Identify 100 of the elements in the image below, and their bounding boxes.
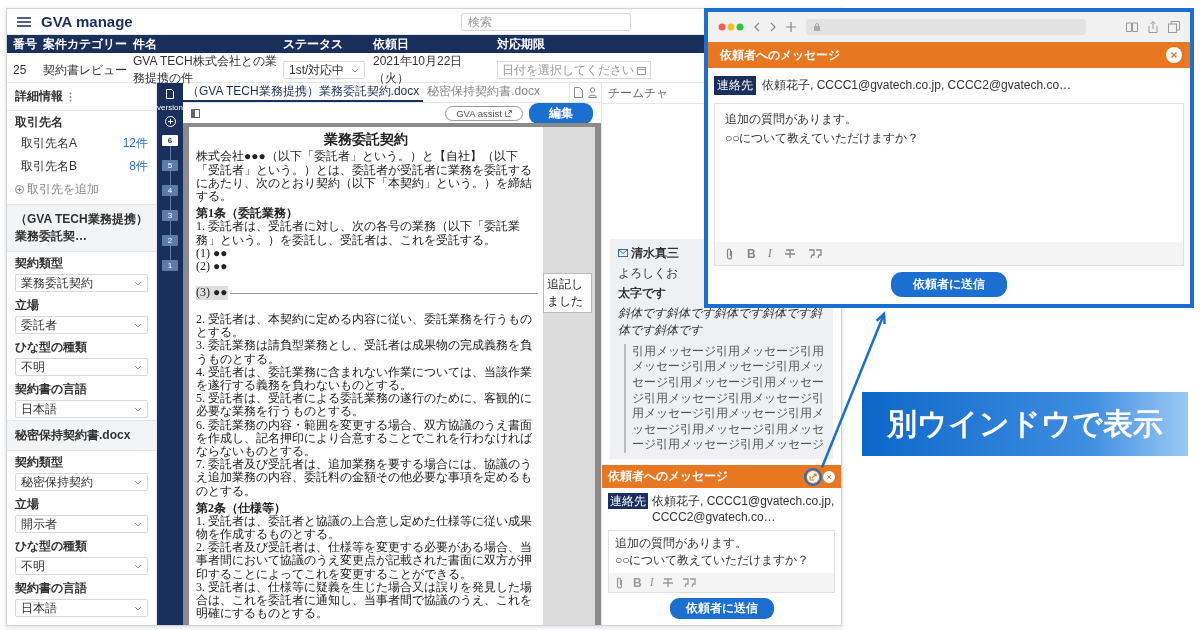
count-link[interactable]: 8件 xyxy=(129,158,148,175)
message-text: よろしくお xyxy=(618,264,679,282)
bold-button[interactable]: B xyxy=(747,246,756,261)
forward-icon[interactable] xyxy=(770,22,776,32)
document-tab[interactable]: 秘密保持契約書.docx xyxy=(423,83,544,102)
person-icon[interactable] xyxy=(588,87,597,98)
column-header: 対応期限 xyxy=(497,35,546,53)
list-item: (2) ●● xyxy=(196,259,228,274)
paperclip-icon[interactable] xyxy=(725,246,735,261)
clause-text: 1. 受託者は、委託者と協議の上合意し定めた仕様等に従い成果物を作成するものとする。 xyxy=(196,514,533,542)
recipients-text: 依頼花子, CCCC1@gvatech.co.jp, CCCC2@gvatech.co… xyxy=(652,493,835,526)
search-field[interactable]: 検索 xyxy=(461,12,631,31)
clause-text: 3. 受託者は、仕様等に疑義を生じた場合又は誤りを発見した場合は、これを委託者に通知し、当事者間で協議のうえ、これを明確にするものとする。 xyxy=(196,580,533,621)
caret-icon xyxy=(134,406,142,412)
version-item[interactable]: 2 xyxy=(162,235,178,246)
caret-icon xyxy=(134,364,142,370)
field-label: ひな型の種類 xyxy=(14,538,88,555)
quote-icon[interactable] xyxy=(807,248,822,259)
clause-text: 2. 委託者及び受託者は、仕様等を変更する必要がある場合、当事者間において協議のうえ変更点が記載された書面に双方が押印することによってこれを変更することができる。 xyxy=(196,541,533,581)
message-line: ○○について教えていただけますか？ xyxy=(725,130,921,148)
banner-text: 別ウインドウで表示 xyxy=(887,404,1163,443)
strikethrough-icon[interactable] xyxy=(661,576,674,589)
caret-icon xyxy=(134,280,142,286)
version-item[interactable]: 6 xyxy=(162,135,178,146)
menu-icon[interactable] xyxy=(17,16,31,27)
clause-text: 2. 受託者は、本契約に定める内容に従い、委託業務を行うものとする。 xyxy=(196,313,533,340)
select-field[interactable]: 委託者 xyxy=(15,316,148,334)
clause-text: 7. 委託者及び受託者は、追加業務を要する場合には、協議のうえ追加業務の内容、委託料の金額その他必要な事項を定めるものとする。 xyxy=(196,458,533,498)
kebab-icon[interactable] xyxy=(69,91,72,102)
panel-title: 詳細情報 xyxy=(15,88,63,105)
assist-button[interactable]: GVA assist xyxy=(445,105,523,121)
sidebar-toggle-icon[interactable] xyxy=(191,108,200,118)
sender-name: 清水真三 xyxy=(631,244,679,262)
clause-text: 株式会社●●●（以下「委託者」という。）と【自社】（以下「受託者」という。）とは、委託者が受託者に業務を委託するにあたり、次のとおり契約（以下「本契約」という。）を締結する。 xyxy=(196,150,533,204)
section-title: （GVA TECH業務提携）業務委託契… xyxy=(7,204,156,252)
send-button[interactable]: 依頼者に送信 xyxy=(669,598,774,619)
status-select[interactable]: 1st/対応中 xyxy=(283,61,365,79)
select-field[interactable]: 不明 xyxy=(15,358,148,376)
count-link[interactable]: 12件 xyxy=(122,135,148,152)
message-input[interactable]: 追加の質問があります。 ○○について教えていただけますか？ B I xyxy=(714,103,1184,266)
caret-icon xyxy=(351,67,359,73)
comment-note: 追記しました xyxy=(543,273,592,314)
select-field[interactable]: 秘密保持契約 xyxy=(15,473,148,491)
section-heading: 第2条（仕様等） xyxy=(196,501,286,515)
clause-text: 1. 委託者は、受託者に対し、次の各号の業務（以下「委託業務」という。）を委託し、受託者は、これを受託する。 xyxy=(196,220,521,247)
field-label: 契約類型 xyxy=(14,454,64,471)
contact-tag: 連絡先 xyxy=(714,76,756,95)
select-field[interactable]: 開示者 xyxy=(15,515,148,533)
select-field[interactable]: 不明 xyxy=(15,557,148,575)
version-item[interactable]: 1 xyxy=(162,260,178,271)
tabs-icon[interactable] xyxy=(1168,21,1180,33)
section-heading: 第1条（委託業務） xyxy=(196,207,298,221)
quote-icon[interactable] xyxy=(681,577,696,588)
clause-text: 4. 受託者は、委託業務に含まれない作業については、当該作業を遂行する義務を負わないものとする。 xyxy=(196,365,533,393)
send-button[interactable]: 依頼者に送信 xyxy=(891,272,1007,297)
version-item[interactable]: 4 xyxy=(162,185,178,196)
date-field[interactable]: 日付を選択してください xyxy=(497,61,651,79)
composer-title: 依頼者へのメッセージ xyxy=(608,468,728,486)
column-header: 番号 xyxy=(13,35,38,53)
paperclip-icon[interactable] xyxy=(615,575,625,590)
chat-tab[interactable]: チームチャ xyxy=(608,84,668,102)
document-tab[interactable]: （GVA TECH業務提携）業務委託契約.docx xyxy=(183,83,424,102)
book-icon[interactable] xyxy=(1126,22,1138,32)
field-label: 契約書の言語 xyxy=(14,381,88,398)
share-icon[interactable] xyxy=(1148,21,1158,33)
add-client-link[interactable]: 取引先を追加 xyxy=(27,181,99,198)
field-label: 取引先名 xyxy=(14,114,64,131)
field-label: 立場 xyxy=(14,297,40,314)
column-header: 件名 xyxy=(133,35,158,53)
traffic-lights-icon[interactable] xyxy=(718,23,744,31)
close-icon[interactable] xyxy=(823,470,835,483)
caret-icon xyxy=(134,322,142,328)
back-icon[interactable] xyxy=(754,22,760,32)
edit-button[interactable]: 編集 xyxy=(529,102,593,124)
app-logo: GVA manage xyxy=(41,13,133,30)
strikethrough-icon[interactable] xyxy=(783,247,796,260)
message-line: ○○について教えていただけますか？ xyxy=(615,552,811,569)
message-line: 追加の質問があります。 xyxy=(725,111,858,128)
list-item: (1) ●● xyxy=(196,246,228,260)
close-icon[interactable] xyxy=(1166,47,1182,63)
version-item[interactable]: 3 xyxy=(162,210,178,221)
version-item[interactable]: 5 xyxy=(162,160,178,171)
contact-tag: 連絡先 xyxy=(608,493,648,510)
recipients-text: 依頼花子, CCCC1@gvatech.co.jp, CCCC2@gvatech.co… xyxy=(762,77,1072,94)
plus-icon[interactable] xyxy=(786,22,796,32)
message-input[interactable]: 追加の質問があります。 ○○について教えていただけますか？ B I xyxy=(608,530,835,593)
file-icon[interactable] xyxy=(574,87,583,98)
popout-button[interactable] xyxy=(807,470,819,483)
column-header: 案件カテゴリー xyxy=(43,35,128,53)
select-field[interactable]: 業務委託契約 xyxy=(15,274,148,292)
caret-icon xyxy=(134,521,142,527)
table-cell-text: 2021年10月22日（火） xyxy=(373,53,463,86)
external-link-icon xyxy=(505,109,512,117)
caret-icon xyxy=(134,479,142,485)
column-header: ステータス xyxy=(283,35,344,53)
table-cell-text: GVA TECH株式会社との業務提携の件 xyxy=(133,53,278,85)
table-cell-text: 25 xyxy=(13,63,28,77)
italic-button[interactable]: I xyxy=(767,246,772,261)
select-field[interactable]: 日本語 xyxy=(15,400,148,418)
select-field[interactable]: 日本語 xyxy=(15,599,148,617)
